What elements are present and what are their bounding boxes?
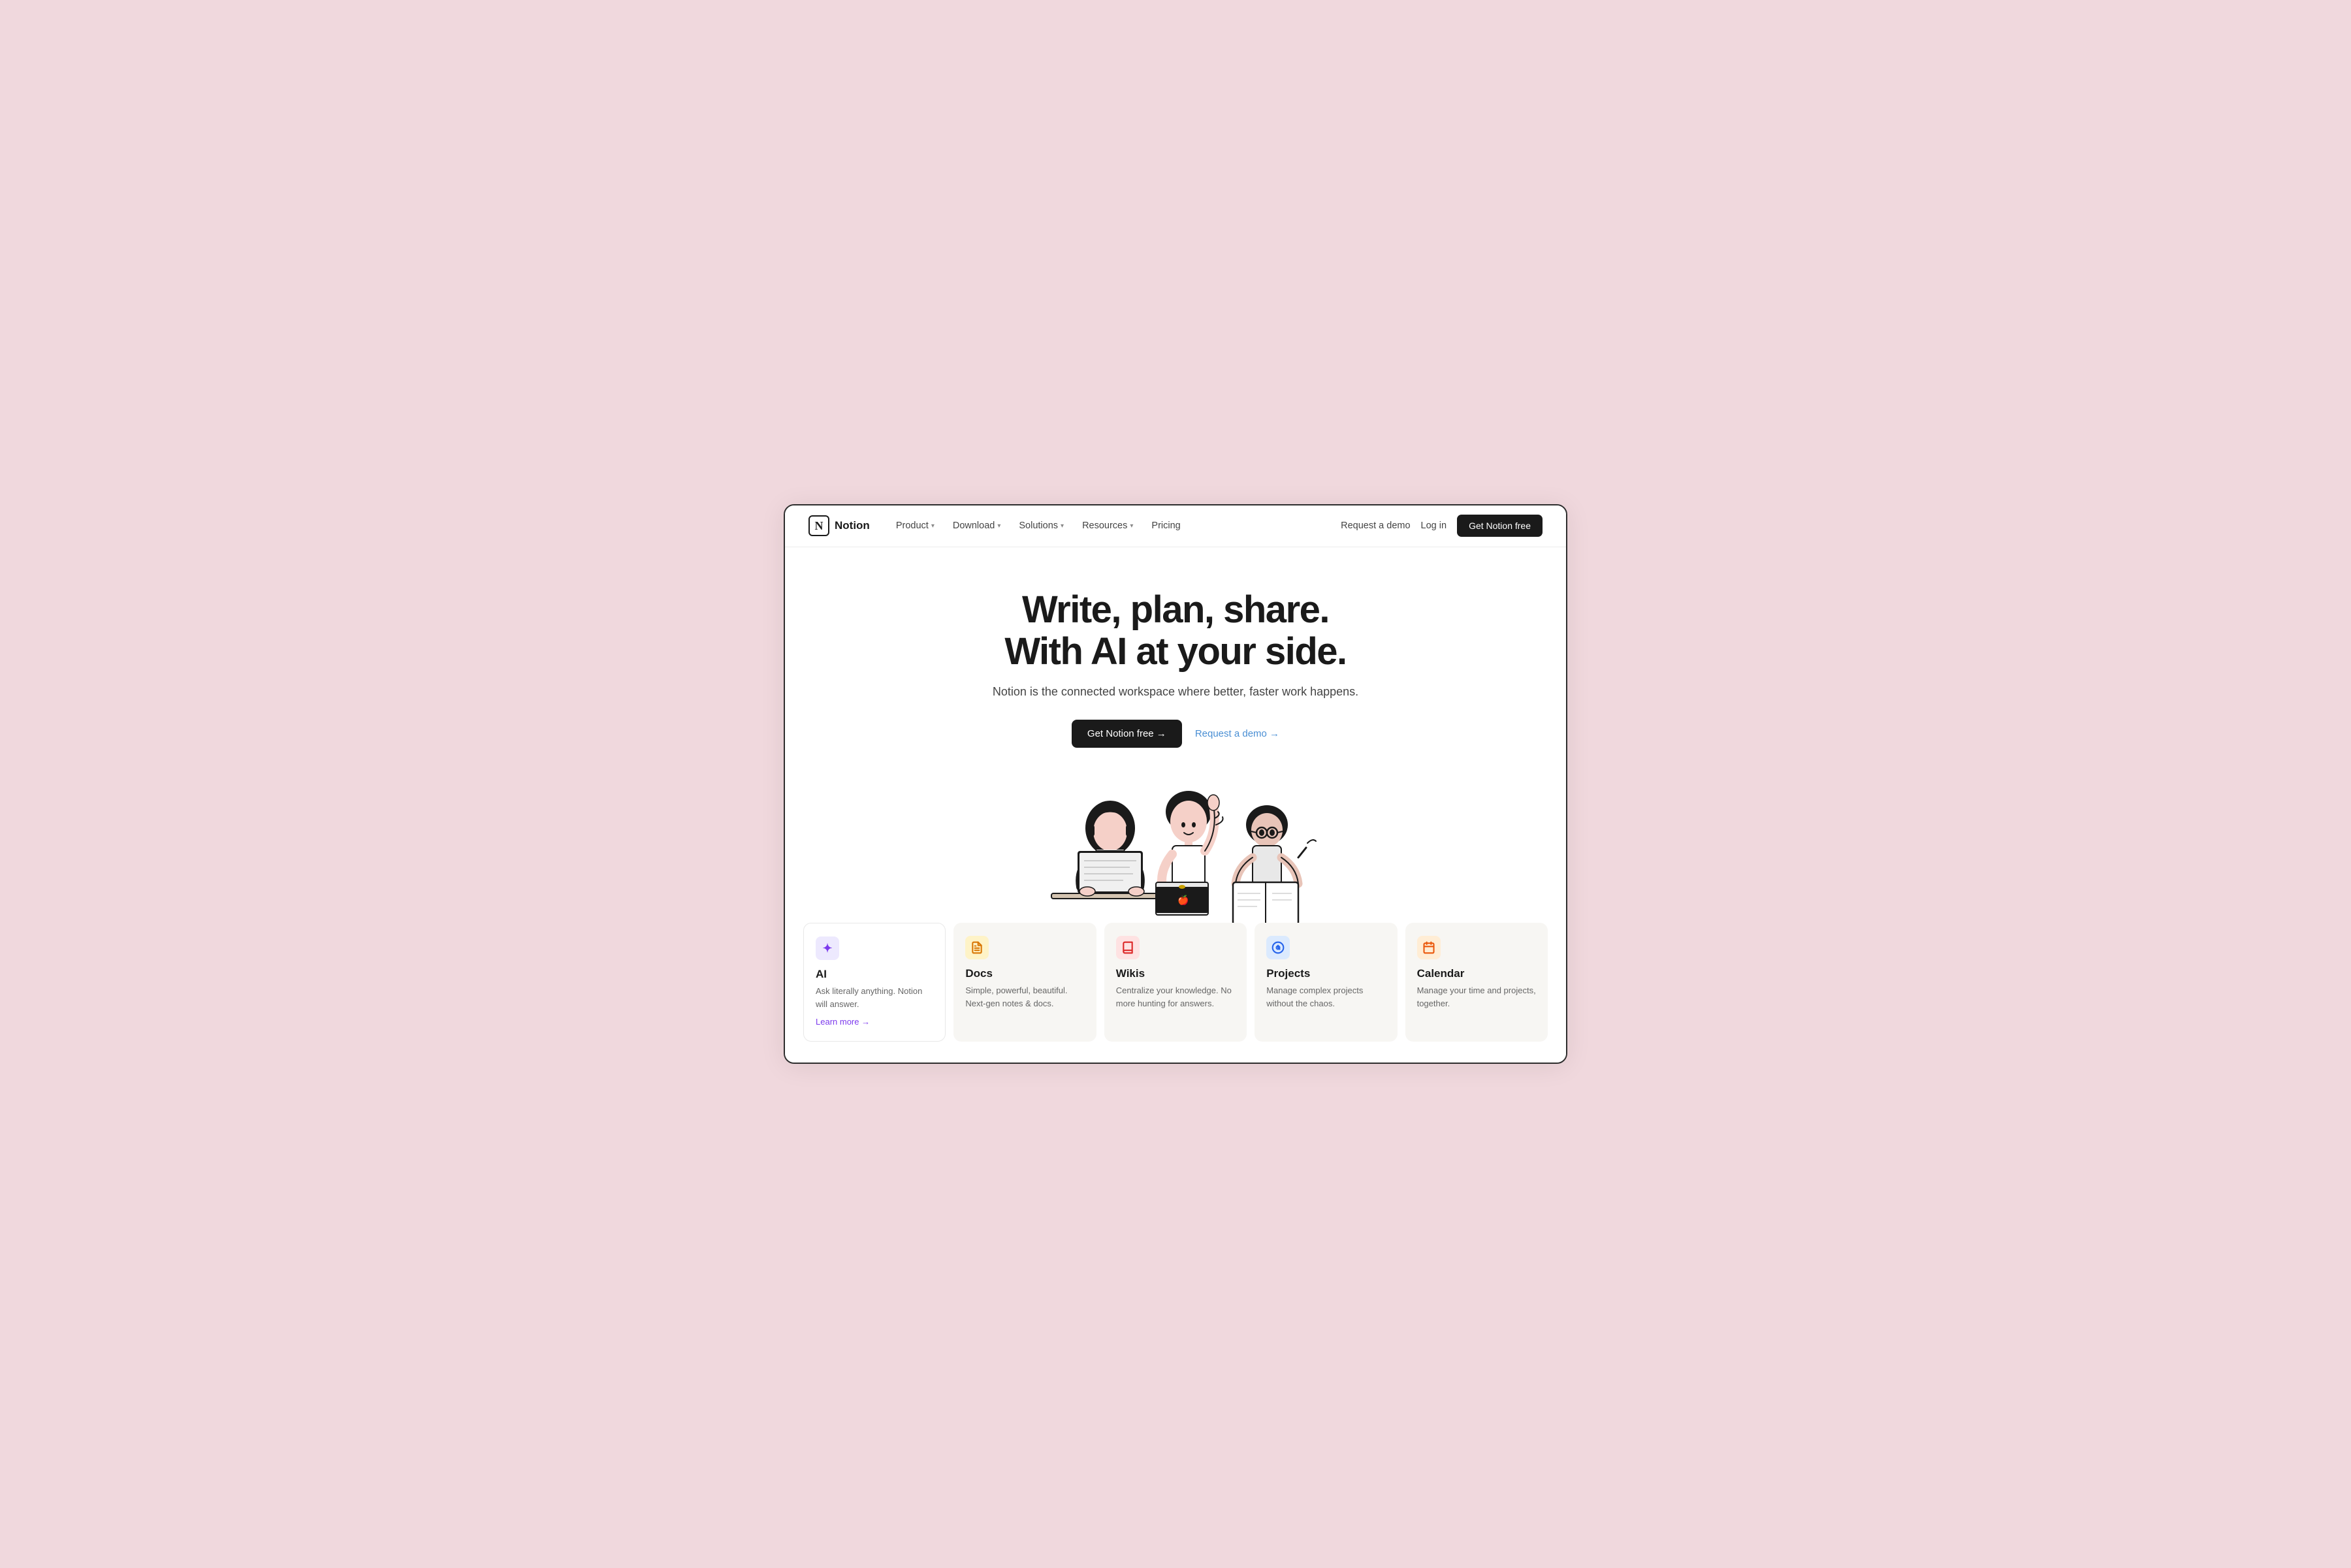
illustration-svg: 🍎 xyxy=(1019,779,1332,923)
feature-ai-learn-more[interactable]: Learn more → xyxy=(816,1017,870,1027)
feature-card-ai[interactable]: ✦ AI Ask literally anything. Notion will… xyxy=(803,923,946,1042)
feature-calendar-desc: Manage your time and projects, together. xyxy=(1417,984,1536,1010)
chevron-down-icon: ▾ xyxy=(931,522,935,530)
nav-link-resources[interactable]: Resources ▾ xyxy=(1074,517,1141,535)
projects-icon xyxy=(1266,936,1290,959)
nav-link-download[interactable]: Download ▾ xyxy=(945,517,1009,535)
login-link[interactable]: Log in xyxy=(1421,520,1447,531)
hero-illustration: 🍎 xyxy=(808,779,1543,923)
feature-card-calendar[interactable]: Calendar Manage your time and projects, … xyxy=(1405,923,1548,1042)
hero-title: Write, plan, share. With AI at your side… xyxy=(808,589,1543,673)
get-notion-free-button[interactable]: Get Notion free xyxy=(1457,515,1543,537)
hero-subtitle: Notion is the connected workspace where … xyxy=(808,685,1543,699)
docs-icon xyxy=(965,936,989,959)
feature-card-docs[interactable]: Docs Simple, powerful, beautiful. Next-g… xyxy=(953,923,1096,1042)
logo-text: Notion xyxy=(835,519,870,532)
feature-projects-title: Projects xyxy=(1266,967,1385,980)
nav-link-solutions[interactable]: Solutions ▾ xyxy=(1011,517,1072,535)
navbar: N Notion Product ▾ Download ▾ Solutions … xyxy=(785,505,1566,547)
feature-calendar-title: Calendar xyxy=(1417,967,1536,980)
ai-icon: ✦ xyxy=(816,936,839,960)
logo-icon: N xyxy=(808,515,829,536)
feature-card-wikis[interactable]: Wikis Centralize your knowledge. No more… xyxy=(1104,923,1247,1042)
nav-links: Product ▾ Download ▾ Solutions ▾ Resourc… xyxy=(888,517,1341,535)
feature-cards-section: ✦ AI Ask literally anything. Notion will… xyxy=(785,923,1566,1063)
logo-link[interactable]: N Notion xyxy=(808,515,870,536)
chevron-down-icon: ▾ xyxy=(1130,522,1133,530)
nav-link-pricing[interactable]: Pricing xyxy=(1144,517,1188,535)
hero-cta-secondary[interactable]: Request a demo → xyxy=(1195,728,1279,739)
hero-cta-primary[interactable]: Get Notion free → xyxy=(1072,720,1182,748)
svg-text:🍎: 🍎 xyxy=(1177,894,1189,906)
wikis-icon xyxy=(1116,936,1140,959)
feature-ai-title: AI xyxy=(816,968,933,981)
feature-card-projects[interactable]: Projects Manage complex projects without… xyxy=(1255,923,1397,1042)
chevron-down-icon: ▾ xyxy=(997,522,1000,530)
nav-right: Request a demo Log in Get Notion free xyxy=(1341,515,1543,537)
feature-projects-desc: Manage complex projects without the chao… xyxy=(1266,984,1385,1010)
nav-link-product[interactable]: Product ▾ xyxy=(888,517,942,535)
hero-actions: Get Notion free → Request a demo → xyxy=(808,720,1543,748)
browser-window: N Notion Product ▾ Download ▾ Solutions … xyxy=(784,504,1567,1064)
feature-docs-title: Docs xyxy=(965,967,1084,980)
chevron-down-icon: ▾ xyxy=(1061,522,1064,530)
request-demo-link[interactable]: Request a demo xyxy=(1341,520,1410,531)
feature-wikis-title: Wikis xyxy=(1116,967,1235,980)
feature-docs-desc: Simple, powerful, beautiful. Next-gen no… xyxy=(965,984,1084,1010)
hero-section: Write, plan, share. With AI at your side… xyxy=(785,547,1566,923)
feature-wikis-desc: Centralize your knowledge. No more hunti… xyxy=(1116,984,1235,1010)
feature-ai-desc: Ask literally anything. Notion will answ… xyxy=(816,985,933,1010)
calendar-icon xyxy=(1417,936,1441,959)
